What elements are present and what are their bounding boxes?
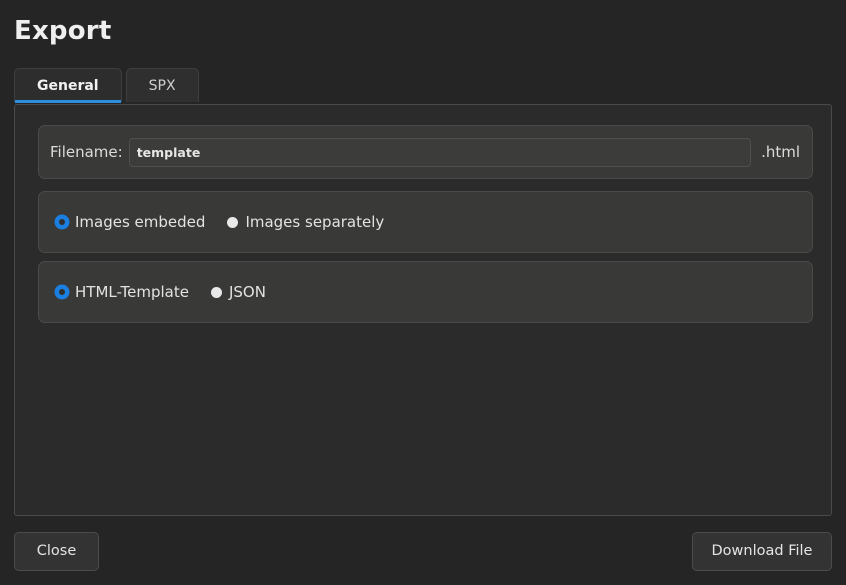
output-format-radio-row: HTML-Template JSON <box>39 262 812 322</box>
radio-unselected-icon[interactable] <box>227 216 239 228</box>
radio-html-template[interactable]: HTML-Template <box>55 282 189 301</box>
tab-content-panel: Filename: .html Images embeded Images se… <box>14 104 832 516</box>
radio-unselected-icon[interactable] <box>210 286 222 298</box>
radio-json[interactable]: JSON <box>210 282 266 301</box>
filename-row: Filename: .html <box>39 126 812 178</box>
radio-images-embeded-label: Images embeded <box>75 212 206 231</box>
close-button[interactable]: Close <box>14 532 99 571</box>
tab-bar: General SPX <box>14 68 199 103</box>
output-format-group: HTML-Template JSON <box>38 261 813 323</box>
download-file-button[interactable]: Download File <box>692 532 832 571</box>
tab-general-label: General <box>37 78 99 94</box>
filename-label: Filename: <box>50 143 123 161</box>
radio-images-separately-label: Images separately <box>245 212 385 231</box>
tab-spx-label: SPX <box>148 78 176 94</box>
radio-json-label: JSON <box>228 282 266 301</box>
radio-selected-icon[interactable] <box>55 285 69 299</box>
page-title: Export <box>14 16 112 46</box>
radio-html-template-label: HTML-Template <box>75 282 189 301</box>
filename-group: Filename: .html <box>38 125 813 179</box>
filename-input[interactable] <box>128 137 752 167</box>
tab-spx[interactable]: SPX <box>125 68 199 102</box>
images-mode-group: Images embeded Images separately <box>38 191 813 253</box>
radio-images-embeded[interactable]: Images embeded <box>55 212 206 231</box>
radio-images-separately[interactable]: Images separately <box>227 212 385 231</box>
radio-selected-icon[interactable] <box>55 215 69 229</box>
tab-general[interactable]: General <box>14 68 122 103</box>
images-mode-radio-row: Images embeded Images separately <box>39 192 812 252</box>
filename-extension-label: .html <box>761 143 800 161</box>
